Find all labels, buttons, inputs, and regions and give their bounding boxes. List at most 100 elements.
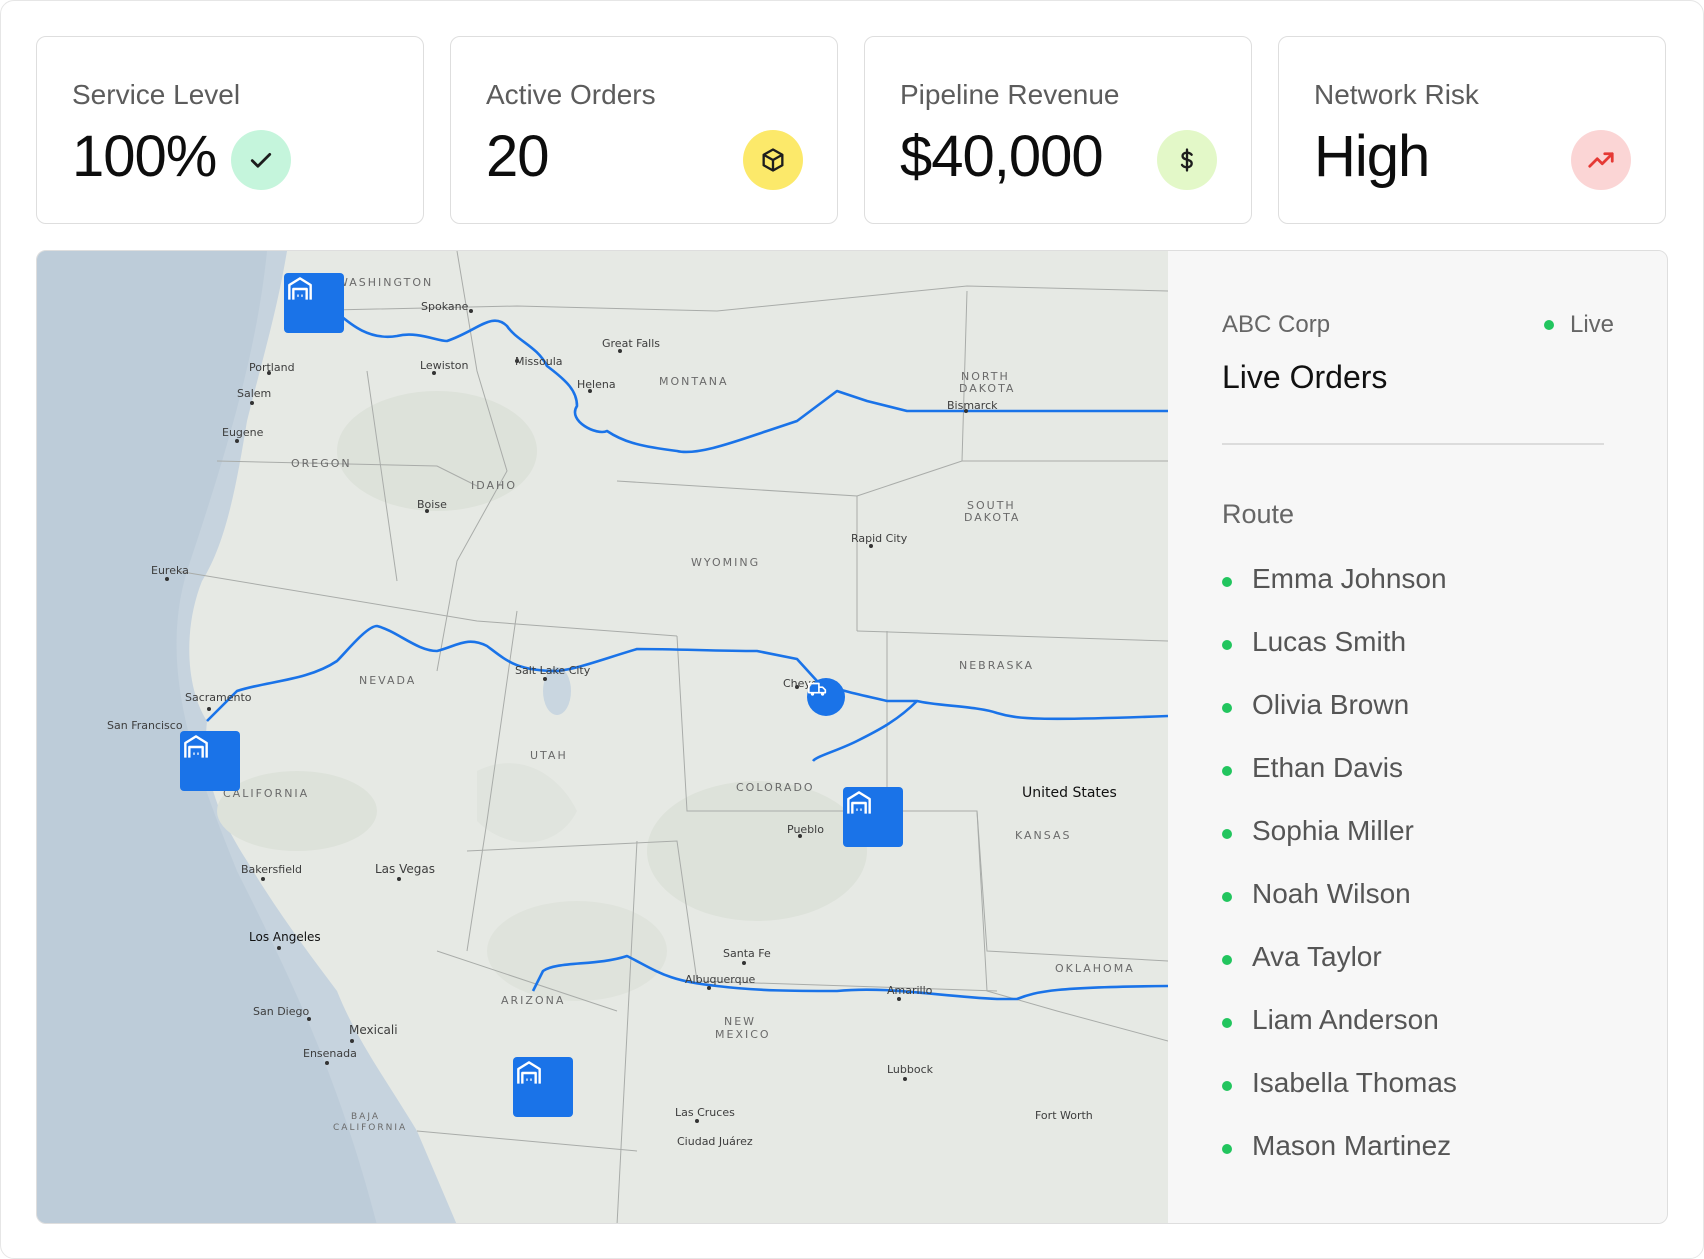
- card-label: Pipeline Revenue: [900, 79, 1120, 110]
- network-risk-card[interactable]: Network Risk High: [1278, 36, 1666, 224]
- truck-icon[interactable]: [807, 678, 845, 716]
- svg-text:Pueblo: Pueblo: [787, 823, 824, 836]
- svg-text:WYOMING: WYOMING: [691, 556, 760, 569]
- svg-text:BAJA: BAJA: [351, 1112, 380, 1122]
- active-orders-card[interactable]: Active Orders 20: [450, 36, 838, 224]
- live-orders-panel: ABC Corp Live Live Orders Route Emma Joh…: [1168, 251, 1666, 1223]
- route-name: Emma Johnson: [1252, 563, 1447, 594]
- svg-text:Boise: Boise: [417, 498, 447, 511]
- route-item[interactable]: Lucas Smith: [1222, 626, 1457, 689]
- dollar-icon: [1157, 130, 1217, 190]
- svg-text:San Francisco: San Francisco: [107, 719, 183, 732]
- status-dot-icon: [1222, 640, 1232, 650]
- svg-text:COLORADO: COLORADO: [736, 781, 815, 794]
- warehouse-icon[interactable]: [843, 787, 903, 847]
- svg-text:Rapid City: Rapid City: [851, 532, 908, 545]
- route-name: Ethan Davis: [1252, 752, 1403, 783]
- status-dot-icon: [1222, 577, 1232, 587]
- live-status-label: Live: [1569, 311, 1614, 338]
- svg-text:Great Falls: Great Falls: [602, 337, 660, 350]
- status-dot-icon: [1222, 829, 1232, 839]
- route-name: Isabella Thomas: [1252, 1067, 1457, 1098]
- route-name: Noah Wilson: [1252, 878, 1411, 909]
- live-status: Live: [1543, 311, 1614, 339]
- route-item[interactable]: Isabella Thomas: [1222, 1067, 1457, 1130]
- route-item[interactable]: Sophia Miller: [1222, 815, 1457, 878]
- route-item[interactable]: Mason Martinez: [1222, 1130, 1457, 1193]
- status-dot-icon: [1222, 1081, 1232, 1091]
- status-dot-icon: [1222, 892, 1232, 902]
- svg-text:Helena: Helena: [577, 378, 616, 391]
- route-map[interactable]: Spokane Great Falls Portland Lewiston Mi…: [37, 251, 1168, 1223]
- route-item[interactable]: Olivia Brown: [1222, 689, 1457, 752]
- route-item[interactable]: Emma Johnson: [1222, 563, 1457, 626]
- divider: [1222, 443, 1604, 445]
- route-heading: Route: [1222, 499, 1295, 529]
- route-name: Lucas Smith: [1252, 626, 1407, 657]
- panel-title: Live Orders: [1222, 359, 1388, 395]
- svg-text:Ciudad Juárez: Ciudad Juárez: [677, 1135, 753, 1148]
- svg-text:Santa Fe: Santa Fe: [723, 947, 771, 960]
- svg-text:Albuquerque: Albuquerque: [685, 973, 756, 986]
- svg-text:OKLAHOMA: OKLAHOMA: [1055, 962, 1135, 975]
- card-value: 20: [486, 124, 550, 189]
- route-name: Liam Anderson: [1252, 1004, 1439, 1035]
- svg-text:United States: United States: [1022, 785, 1117, 801]
- svg-text:MEXICO: MEXICO: [715, 1028, 771, 1041]
- svg-text:Los Angeles: Los Angeles: [249, 930, 321, 944]
- svg-text:Amarillo: Amarillo: [887, 984, 933, 997]
- warehouse-icon[interactable]: [513, 1057, 573, 1117]
- svg-text:Lubbock: Lubbock: [887, 1063, 934, 1076]
- svg-text:Las Cruces: Las Cruces: [675, 1106, 735, 1119]
- status-dot-icon: [1222, 955, 1232, 965]
- route-item[interactable]: Liam Anderson: [1222, 1004, 1457, 1067]
- svg-text:NEBRASKA: NEBRASKA: [959, 659, 1034, 672]
- service-level-card[interactable]: Service Level 100%: [36, 36, 424, 224]
- warehouse-icon[interactable]: [180, 731, 240, 791]
- route-list: Emma Johnson Lucas Smith Olivia Brown Et…: [1222, 563, 1457, 1193]
- trending-up-icon: [1571, 130, 1631, 190]
- status-dot-icon: [1222, 1144, 1232, 1154]
- svg-text:KANSAS: KANSAS: [1015, 829, 1071, 842]
- company-name: ABC Corp: [1222, 311, 1331, 338]
- route-name: Sophia Miller: [1252, 815, 1414, 846]
- warehouse-icon[interactable]: [284, 273, 344, 333]
- card-value: High: [1314, 124, 1430, 189]
- svg-text:Mexicali: Mexicali: [349, 1023, 398, 1037]
- svg-text:Missoula: Missoula: [515, 355, 563, 368]
- svg-text:NEW: NEW: [724, 1015, 756, 1028]
- route-item[interactable]: Ethan Davis: [1222, 752, 1457, 815]
- svg-text:Lewiston: Lewiston: [420, 359, 469, 372]
- status-dot-icon: [1222, 1018, 1232, 1028]
- svg-text:Salem: Salem: [237, 387, 271, 400]
- svg-text:NEVADA: NEVADA: [359, 674, 416, 687]
- route-name: Mason Martinez: [1252, 1130, 1452, 1161]
- route-item[interactable]: Ava Taylor: [1222, 941, 1457, 1004]
- card-label: Network Risk: [1314, 79, 1479, 110]
- svg-text:Eureka: Eureka: [151, 564, 189, 577]
- svg-text:CALIFORNIA: CALIFORNIA: [333, 1123, 407, 1133]
- svg-text:Las Vegas: Las Vegas: [375, 862, 435, 876]
- svg-text:DAKOTA: DAKOTA: [959, 382, 1015, 395]
- svg-text:UTAH: UTAH: [530, 749, 568, 762]
- svg-text:DAKOTA: DAKOTA: [964, 511, 1020, 524]
- pipeline-revenue-card[interactable]: Pipeline Revenue $40,000: [864, 36, 1252, 224]
- svg-text:Bismarck: Bismarck: [947, 399, 998, 412]
- svg-text:Sacramento: Sacramento: [185, 691, 252, 704]
- route-name: Ava Taylor: [1252, 941, 1382, 972]
- card-label: Service Level: [72, 79, 241, 110]
- svg-text:Salt Lake City: Salt Lake City: [515, 664, 591, 677]
- card-value: $40,000: [900, 124, 1104, 189]
- svg-text:ARIZONA: ARIZONA: [501, 994, 565, 1007]
- svg-text:Portland: Portland: [249, 361, 295, 374]
- map-panel: Spokane Great Falls Portland Lewiston Mi…: [36, 250, 1668, 1224]
- status-dot-icon: [1222, 766, 1232, 776]
- svg-text:IDAHO: IDAHO: [471, 479, 517, 492]
- route-item[interactable]: Noah Wilson: [1222, 878, 1457, 941]
- svg-text:Spokane: Spokane: [421, 300, 469, 313]
- svg-text:WASHINGTON: WASHINGTON: [337, 276, 433, 289]
- svg-text:San Diego: San Diego: [253, 1005, 309, 1018]
- svg-text:MONTANA: MONTANA: [659, 375, 729, 388]
- svg-text:Fort Worth: Fort Worth: [1035, 1109, 1093, 1122]
- svg-text:OREGON: OREGON: [291, 457, 352, 470]
